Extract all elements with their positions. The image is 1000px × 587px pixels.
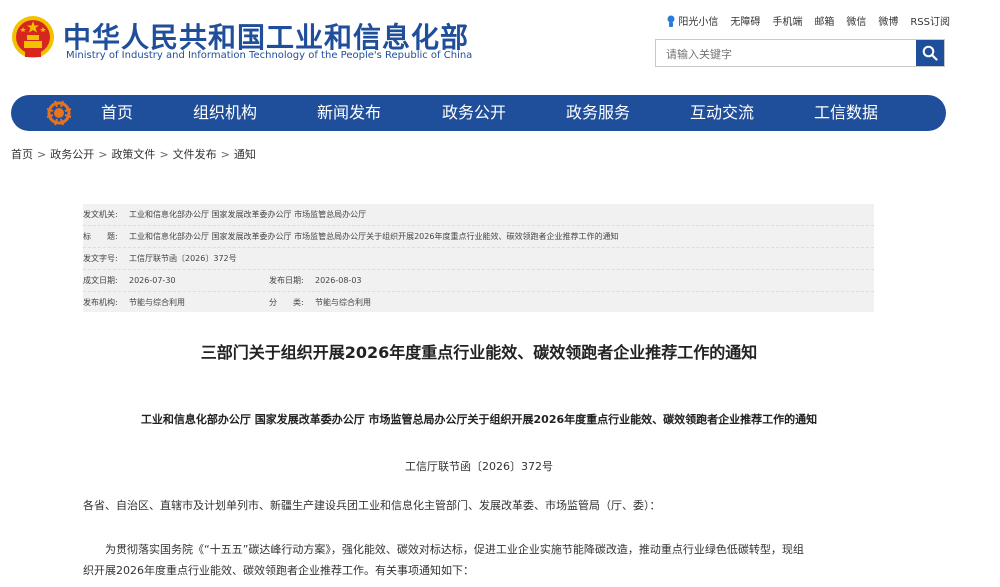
breadcrumb-separator: > bbox=[98, 148, 108, 161]
meta-row-agency: 发布机构: 节能与综合利用 分 类: 节能与综合利用 bbox=[83, 292, 874, 313]
breadcrumb-gov-affairs[interactable]: 政务公开 bbox=[50, 148, 94, 161]
meta-label: 成文日期: bbox=[83, 276, 118, 285]
meta-label: 标 题: bbox=[83, 232, 118, 241]
breadcrumb-separator: > bbox=[159, 148, 169, 161]
top-link-rss[interactable]: RSS订阅 bbox=[910, 13, 950, 28]
meta-label: 发文字号: bbox=[83, 254, 118, 263]
meta-value: 工信厅联节函〔2026〕372号 bbox=[129, 254, 237, 263]
meta-label: 发布日期: bbox=[269, 276, 304, 285]
national-emblem-icon bbox=[11, 13, 55, 61]
breadcrumb-separator: > bbox=[37, 148, 47, 161]
document-subtitle: 工业和信息化部办公厅 国家发展改革委办公厅 市场监管总局办公厅关于组织开展202… bbox=[140, 413, 818, 426]
search-icon bbox=[922, 45, 938, 61]
nav-item-home[interactable]: 首页 bbox=[101, 95, 133, 131]
meta-value: 工业和信息化部办公厅 国家发展改革委办公厅 市场监管总局办公厅 bbox=[129, 210, 367, 219]
nav-item-organization[interactable]: 组织机构 bbox=[193, 95, 257, 131]
document-meta-table: 发文机关: 工业和信息化部办公厅 国家发展改革委办公厅 市场监管总局办公厅 标 … bbox=[83, 204, 874, 312]
meta-value: 节能与综合利用 bbox=[315, 298, 371, 307]
meta-row-docno: 发文字号: 工信厅联节函〔2026〕372号 bbox=[83, 248, 874, 270]
document-number: 工信厅联节函〔2026〕372号 bbox=[405, 460, 553, 473]
breadcrumb: 首页 > 政务公开 > 政策文件 > 文件发布 > 通知 bbox=[11, 146, 256, 162]
document-paragraph-line: 织开展2026年度重点行业能效、碳效领跑者企业推荐工作。有关事项通知如下： bbox=[83, 564, 474, 577]
breadcrumb-home[interactable]: 首页 bbox=[11, 148, 33, 161]
meta-row-issuer: 发文机关: 工业和信息化部办公厅 国家发展改革委办公厅 市场监管总局办公厅 bbox=[83, 204, 874, 226]
document-title: 三部门关于组织开展2026年度重点行业能效、碳效领跑者企业推荐工作的通知 bbox=[200, 343, 758, 362]
nav-item-interaction[interactable]: 互动交流 bbox=[690, 95, 754, 131]
breadcrumb-separator: > bbox=[220, 148, 230, 161]
meta-label: 分 类: bbox=[269, 298, 304, 307]
top-links: 阳光小信 无障碍 手机端 邮箱 微信 微博 RSS订阅 bbox=[666, 13, 950, 28]
search-box bbox=[655, 39, 945, 67]
search-button[interactable] bbox=[916, 40, 944, 66]
meta-value: 2026-07-30 bbox=[129, 276, 176, 285]
main-nav: 首页 组织机构 新闻发布 政务公开 政务服务 互动交流 工信数据 bbox=[11, 95, 946, 131]
breadcrumb-file-release[interactable]: 文件发布 bbox=[173, 148, 217, 161]
miit-logo-icon bbox=[46, 100, 72, 126]
search-input[interactable] bbox=[664, 45, 908, 63]
site-subtitle: Ministry of Industry and Information Tec… bbox=[66, 50, 473, 61]
nav-item-government-affairs[interactable]: 政务公开 bbox=[442, 95, 506, 131]
meta-label: 发文机关: bbox=[83, 210, 118, 219]
breadcrumb-policy-docs[interactable]: 政策文件 bbox=[111, 148, 155, 161]
sunshine-mascot-icon bbox=[667, 15, 675, 27]
nav-item-services[interactable]: 政务服务 bbox=[566, 95, 630, 131]
nav-item-news[interactable]: 新闻发布 bbox=[317, 95, 381, 131]
meta-value: 节能与综合利用 bbox=[129, 298, 185, 307]
top-link-wechat[interactable]: 微信 bbox=[846, 13, 866, 28]
top-link-sunshine[interactable]: 阳光小信 bbox=[666, 13, 718, 28]
meta-row-title: 标 题: 工业和信息化部办公厅 国家发展改革委办公厅 市场监管总局办公厅关于组织… bbox=[83, 226, 874, 248]
meta-value: 2026-08-03 bbox=[315, 276, 362, 285]
top-link-weibo[interactable]: 微博 bbox=[878, 13, 898, 28]
document-addressee: 各省、自治区、直辖市及计划单列市、新疆生产建设兵团工业和信息化主管部门、发展改革… bbox=[83, 499, 661, 512]
breadcrumb-notice[interactable]: 通知 bbox=[234, 148, 256, 161]
meta-value: 工业和信息化部办公厅 国家发展改革委办公厅 市场监管总局办公厅关于组织开展202… bbox=[129, 232, 619, 241]
top-link-mail[interactable]: 邮箱 bbox=[814, 13, 834, 28]
meta-label: 发布机构: bbox=[83, 298, 118, 307]
document-paragraph-line: 为贯彻落实国务院《“十五五”碳达峰行动方案》，强化能效、碳效对标达标，促进工业企… bbox=[83, 543, 804, 556]
nav-item-data[interactable]: 工信数据 bbox=[814, 95, 878, 131]
top-link-mobile[interactable]: 手机端 bbox=[772, 13, 802, 28]
meta-row-dates: 成文日期: 2026-07-30 发布日期: 2026-08-03 bbox=[83, 270, 874, 292]
top-link-accessibility[interactable]: 无障碍 bbox=[730, 13, 760, 28]
